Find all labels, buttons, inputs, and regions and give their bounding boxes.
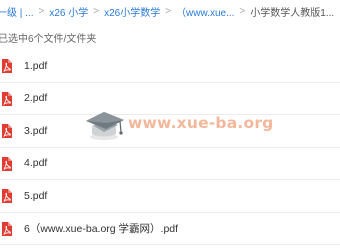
file-name[interactable]: 4.pdf	[24, 157, 47, 169]
breadcrumb-separator: >	[38, 5, 45, 17]
breadcrumb-item-xueba[interactable]: （www.xue...	[176, 4, 234, 19]
file-name[interactable]: 3.pdf	[24, 125, 47, 137]
breadcrumb-separator: >	[239, 5, 246, 17]
file-row[interactable]: 3.pdf	[0, 115, 340, 148]
pdf-icon	[2, 189, 12, 203]
breadcrumb-separator: >	[93, 5, 100, 17]
file-name[interactable]: 6（www.xue-ba.org 学霸网）.pdf	[24, 221, 178, 236]
file-row[interactable]: 5.pdf	[0, 180, 340, 213]
breadcrumb-item-current: 小学数学人教版1...	[250, 7, 335, 19]
selection-count: 已选中6个文件/文件夹	[0, 34, 97, 45]
file-row[interactable]: 4.pdf	[0, 148, 340, 180]
pdf-icon	[2, 59, 12, 73]
file-list: 1.pdf 2.pdf 3.pdf 4.pdf 5.pdf 6（www.xue-…	[0, 50, 340, 245]
breadcrumb-item-level1[interactable]: 一级 | ...	[0, 4, 34, 19]
file-row[interactable]: 6（www.xue-ba.org 学霸网）.pdf	[0, 213, 340, 245]
breadcrumb-item-x26-math[interactable]: x26小学数学	[104, 4, 160, 19]
file-name[interactable]: 1.pdf	[24, 60, 47, 72]
breadcrumb-separator: >	[165, 5, 172, 17]
breadcrumb: 一级 | ... > x26 小学 > x26小学数学 > （www.xue..…	[0, 0, 334, 22]
file-row[interactable]: 1.pdf	[0, 50, 340, 83]
pdf-icon	[2, 156, 12, 171]
breadcrumb-item-x26-primary[interactable]: x26 小学	[49, 4, 88, 19]
file-name[interactable]: 5.pdf	[24, 190, 47, 202]
file-browser: 一级 | ... > x26 小学 > x26小学数学 > （www.xue..…	[0, 0, 340, 252]
pdf-icon	[2, 91, 12, 106]
file-name[interactable]: 2.pdf	[24, 92, 47, 104]
pdf-icon	[2, 221, 12, 236]
pdf-icon	[2, 124, 12, 138]
file-row[interactable]: 2.pdf	[0, 83, 340, 115]
